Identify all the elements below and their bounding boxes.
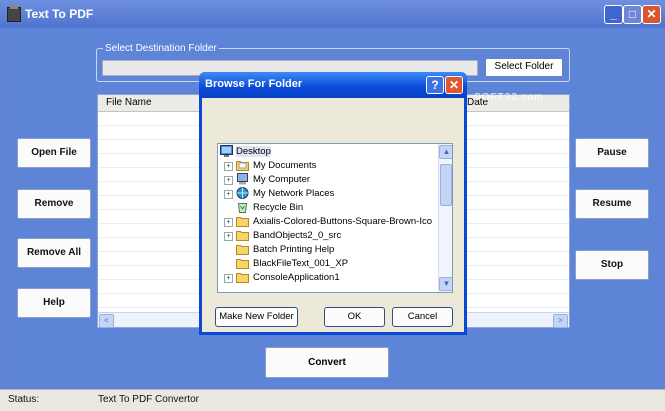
status-text: Text To PDF Convertor	[98, 394, 199, 405]
title-bar[interactable]: Text To PDF _ □ ✕	[0, 0, 665, 28]
close-button[interactable]: ✕	[642, 5, 661, 24]
watermark: SOFT32.com	[474, 92, 544, 103]
file-name-column-header[interactable]: File Name	[106, 97, 152, 108]
expand-icon[interactable]: +	[224, 176, 233, 185]
pause-button[interactable]: Pause	[575, 138, 649, 168]
scroll-left-icon[interactable]: <	[99, 314, 114, 328]
scroll-right-icon[interactable]: >	[553, 314, 568, 328]
minimize-button[interactable]: _	[604, 5, 623, 24]
help-button[interactable]: Help	[17, 288, 91, 318]
remove-button[interactable]: Remove	[17, 189, 91, 219]
dialog-close-button[interactable]: ✕	[445, 76, 463, 94]
stop-button[interactable]: Stop	[575, 250, 649, 280]
resume-button[interactable]: Resume	[575, 189, 649, 219]
recycle-bin-icon	[236, 201, 249, 213]
scroll-thumb[interactable]	[440, 164, 452, 206]
folder-tree[interactable]: Desktop + My Documents + My Computer + M…	[217, 143, 453, 293]
destination-legend: Select Destination Folder	[103, 43, 219, 54]
expand-icon[interactable]: +	[224, 232, 233, 241]
folder-icon	[236, 159, 249, 171]
folder-icon	[236, 257, 249, 269]
make-new-folder-button[interactable]: Make New Folder	[215, 307, 298, 327]
network-icon	[236, 187, 249, 199]
convert-button[interactable]: Convert	[265, 347, 389, 378]
remove-all-button[interactable]: Remove All	[17, 238, 91, 268]
expand-icon[interactable]: +	[224, 274, 233, 283]
dialog-title-bar[interactable]: Browse For Folder ? ✕	[199, 72, 467, 98]
folder-icon	[236, 215, 249, 227]
browse-folder-dialog: Browse For Folder ? ✕ Desktop + My Docum…	[199, 72, 467, 335]
select-folder-button[interactable]: Select Folder	[485, 58, 563, 77]
maximize-button[interactable]: □	[623, 5, 642, 24]
help-icon[interactable]: ?	[426, 76, 444, 94]
ok-button[interactable]: OK	[324, 307, 385, 327]
vertical-scrollbar[interactable]: ▲ ▼	[438, 144, 452, 292]
folder-icon	[236, 271, 249, 283]
status-label: Status:	[8, 394, 40, 405]
desktop-icon	[220, 145, 233, 157]
computer-icon	[236, 173, 249, 185]
cancel-button[interactable]: Cancel	[392, 307, 453, 327]
folder-icon	[236, 243, 249, 255]
window-title: Text To PDF	[25, 7, 94, 21]
status-bar: Status: Text To PDF Convertor	[0, 389, 665, 411]
scroll-down-icon[interactable]: ▼	[439, 277, 452, 291]
expand-icon[interactable]: +	[224, 190, 233, 199]
expand-icon[interactable]: +	[224, 218, 233, 227]
scroll-up-icon[interactable]: ▲	[439, 145, 452, 159]
expand-icon[interactable]: +	[224, 162, 233, 171]
open-file-button[interactable]: Open File	[17, 138, 91, 168]
app-window: Text To PDF _ □ ✕ Select Destination Fol…	[0, 0, 665, 411]
printer-icon	[7, 5, 21, 22]
dialog-title: Browse For Folder	[205, 78, 303, 90]
folder-icon	[236, 229, 249, 241]
